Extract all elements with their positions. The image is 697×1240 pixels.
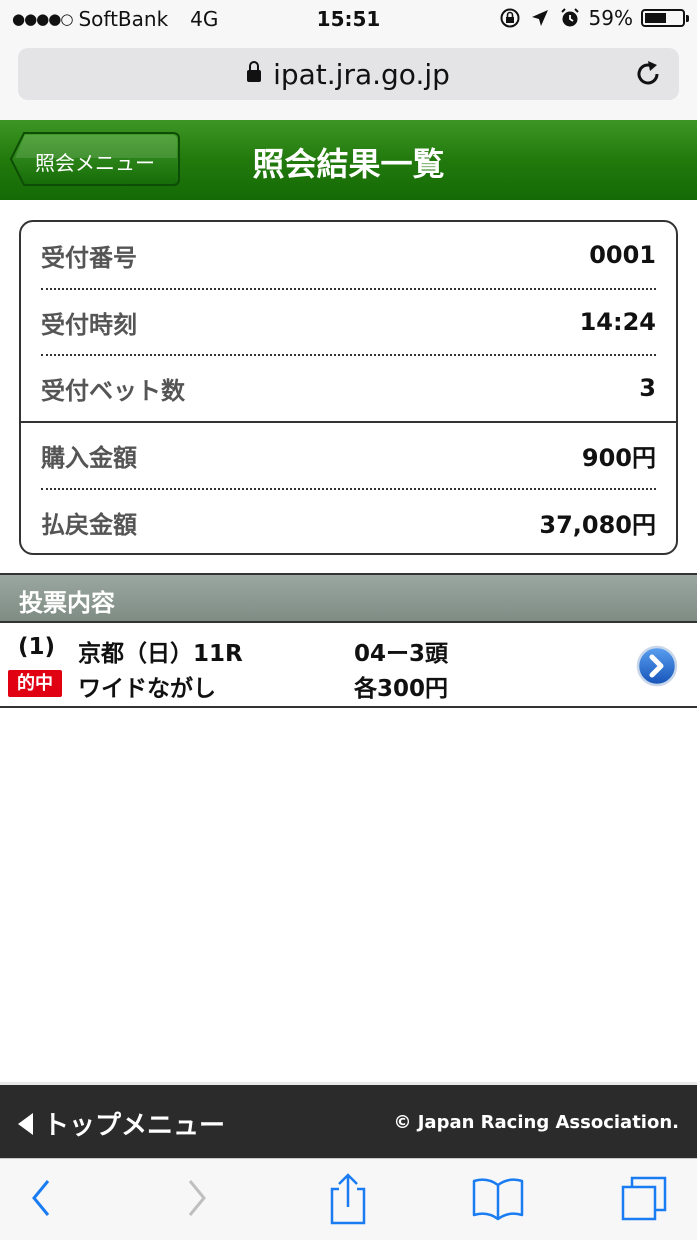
alarm-icon	[560, 8, 579, 27]
summary-value: 14:24	[579, 308, 656, 336]
summary-card: 受付番号 0001 受付時刻 14:24 受付ベット数 3 購入金額 900円 …	[19, 220, 678, 555]
copyright-text: © Japan Racing Association.	[393, 1112, 679, 1133]
rotation-lock-icon	[500, 8, 520, 28]
share-icon[interactable]	[326, 1173, 370, 1227]
summary-label: 払戻金額	[41, 510, 137, 539]
summary-row-payout-amount: 払戻金額 37,080円	[41, 489, 656, 555]
left-triangle-icon	[18, 1112, 33, 1135]
page-header: 照会メニュー 照会結果一覧	[0, 120, 697, 200]
summary-row-bet-count: 受付ベット数 3	[41, 355, 656, 421]
bet-race: 京都（日）11R	[78, 641, 243, 667]
summary-value: 900円	[581, 443, 656, 472]
address-bar[interactable]: ipat.jra.go.jp	[18, 48, 679, 100]
section-header: 投票内容	[0, 573, 697, 623]
summary-label: 受付時刻	[41, 310, 137, 339]
browser-forward-icon[interactable]	[182, 1173, 212, 1223]
lock-icon	[247, 61, 262, 82]
summary-value: 3	[639, 374, 656, 402]
bet-number: (1)	[18, 634, 56, 660]
bet-amount: 各300円	[354, 676, 449, 702]
bookmarks-icon[interactable]	[471, 1173, 525, 1223]
bet-list-item[interactable]: (1) 京都（日）11R 04ー3頭 的中 ワイドながし 各300円	[0, 623, 697, 708]
status-bar: ●●●●○ SoftBank 4G 15:51 59%	[0, 0, 697, 40]
summary-label: 受付ベット数	[41, 376, 185, 405]
summary-label: 受付番号	[41, 243, 137, 272]
summary-value: 0001	[589, 241, 656, 269]
top-menu-link[interactable]: トップメニュー	[18, 1105, 225, 1142]
summary-value: 37,080円	[539, 510, 656, 539]
reload-icon[interactable]	[631, 57, 665, 91]
hit-badge: 的中	[8, 670, 62, 697]
battery-percent: 59%	[588, 6, 633, 30]
section-title: 投票内容	[19, 589, 115, 617]
summary-label: 購入金額	[41, 443, 137, 472]
footer-bar: トップメニュー © Japan Racing Association.	[0, 1082, 697, 1158]
top-menu-label: トップメニュー	[43, 1111, 226, 1141]
browser-address-area: ipat.jra.go.jp	[0, 40, 697, 120]
tabs-icon[interactable]	[619, 1173, 669, 1223]
bet-selection: 04ー3頭	[354, 641, 449, 667]
bet-type: ワイドながし	[78, 676, 216, 702]
browser-back-icon[interactable]	[26, 1173, 56, 1223]
location-arrow-icon	[531, 10, 548, 26]
chevron-right-circle-icon[interactable]	[636, 645, 678, 687]
summary-row-purchase-amount: 購入金額 900円	[41, 422, 656, 488]
browser-toolbar	[0, 1158, 697, 1240]
summary-row-receipt-time: 受付時刻 14:24	[41, 289, 656, 355]
url-text: ipat.jra.go.jp	[273, 58, 450, 91]
summary-row-receipt-number: 受付番号 0001	[41, 222, 656, 288]
battery-icon	[641, 9, 689, 27]
page-title: 照会結果一覧	[252, 145, 445, 183]
